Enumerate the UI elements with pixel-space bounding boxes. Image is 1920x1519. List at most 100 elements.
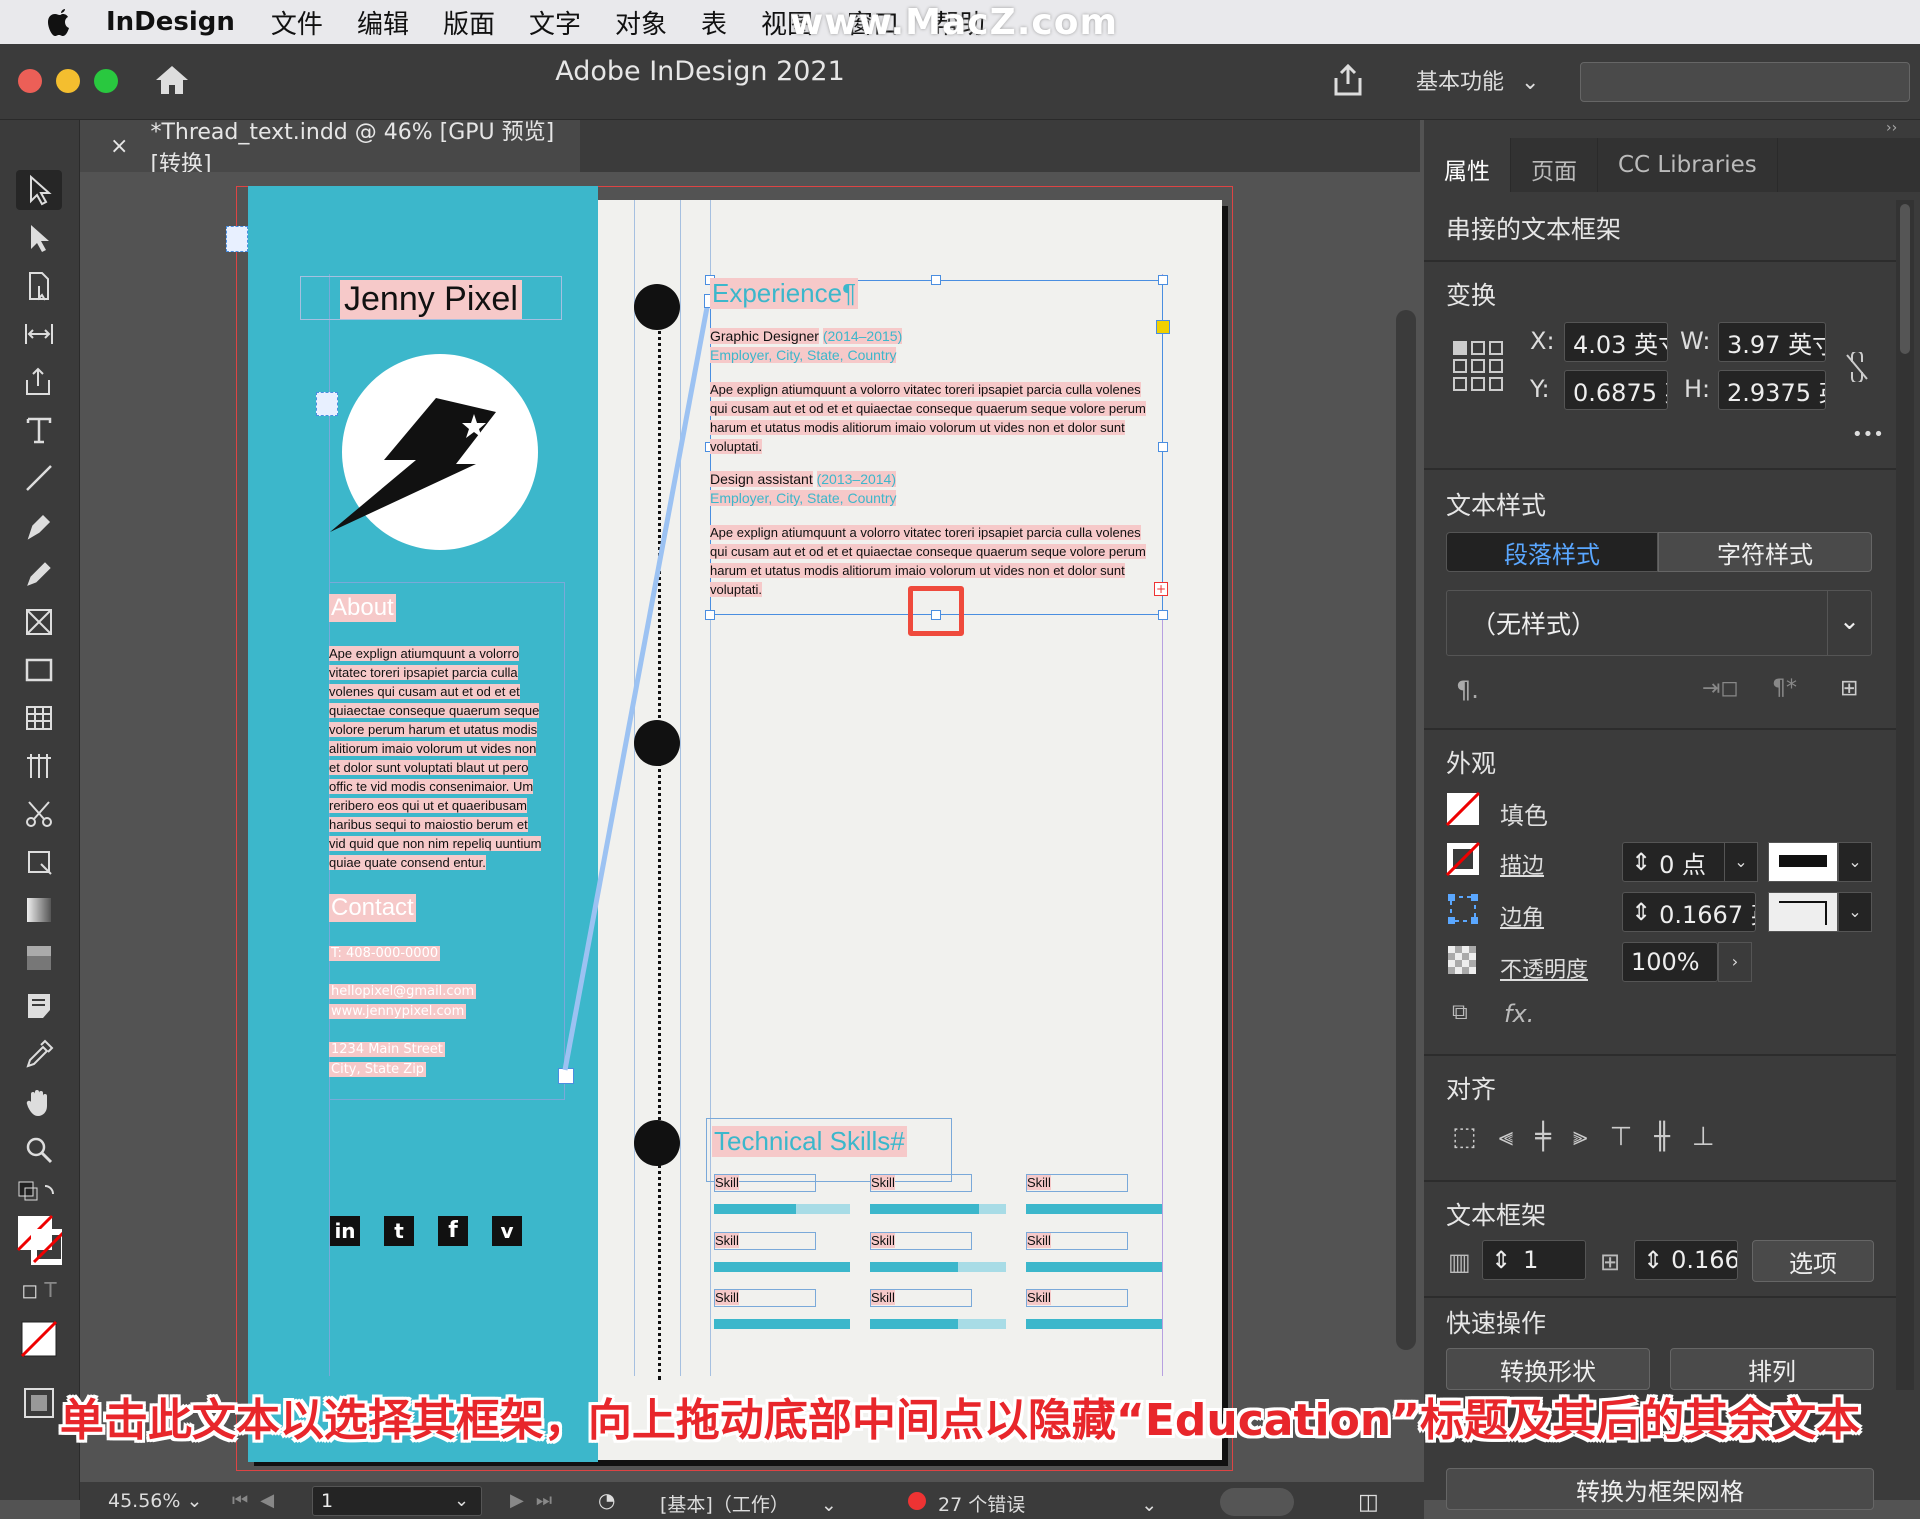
stepper-icon[interactable]: ⇕ <box>1631 848 1651 876</box>
resize-handle-top-right[interactable] <box>1158 275 1168 285</box>
panel-scrollbar[interactable] <box>1896 200 1914 1390</box>
pen-tool-icon[interactable] <box>16 506 62 546</box>
split-window-icon[interactable]: ◫ <box>1358 1490 1379 1515</box>
menu-layout[interactable]: 版面 <box>443 4 495 41</box>
x-field[interactable]: 4.03 英寸 <box>1564 322 1668 362</box>
line-tool-icon[interactable] <box>16 458 62 498</box>
constrain-proportions-icon[interactable] <box>1844 350 1870 386</box>
stepper-icon[interactable]: ⇕ <box>1631 898 1651 926</box>
content-collector-icon[interactable] <box>16 362 62 402</box>
first-prev-page-buttons[interactable]: ⏮◀ <box>232 1490 286 1511</box>
effects-icon[interactable]: fx. <box>1504 1000 1534 1028</box>
corner-size-field[interactable]: ⇕ 0.1667 英寸 <box>1622 892 1756 932</box>
close-window-button[interactable] <box>18 69 42 93</box>
align-top-icon[interactable]: ⊤ <box>1610 1122 1655 1152</box>
more-options-icon[interactable]: ••• <box>1852 424 1884 445</box>
align-middle-icon[interactable]: ╫ <box>1654 1122 1692 1152</box>
pencil-tool-icon[interactable] <box>16 554 62 594</box>
workspace-switcher[interactable]: 基本功能 ⌄ <box>1416 64 1539 96</box>
align-right-icon[interactable]: ⫸ <box>1573 1122 1610 1152</box>
align-bottom-icon[interactable]: ⊥ <box>1692 1122 1737 1152</box>
h-field[interactable]: 2.9375 英寸 <box>1718 370 1826 410</box>
menu-type[interactable]: 文字 <box>529 4 581 41</box>
direct-selection-tool-icon[interactable] <box>16 218 62 258</box>
hand-tool-icon[interactable] <box>16 1082 62 1122</box>
opacity-label[interactable]: 不透明度 <box>1500 952 1588 984</box>
tab-pages[interactable]: 页面 <box>1511 138 1598 192</box>
menu-object[interactable]: 对象 <box>615 4 667 41</box>
home-icon[interactable] <box>152 62 192 102</box>
corner-label[interactable]: 边角 <box>1500 900 1544 932</box>
fill-swatch-icon[interactable] <box>1445 791 1481 830</box>
gap-tool-icon[interactable] <box>16 314 62 354</box>
eyedropper-tool-icon[interactable] <box>16 1034 62 1074</box>
grid-tool-icon[interactable] <box>16 746 62 786</box>
corner-options-handle[interactable] <box>1156 320 1170 334</box>
close-tab-icon[interactable]: × <box>110 134 128 159</box>
align-to-selection-icon[interactable]: ⬚ <box>1452 1122 1499 1152</box>
horizontal-scroll-thumb[interactable] <box>1220 1488 1294 1516</box>
tab-document[interactable]: × *Thread_text.indd @ 46% [GPU 预览] [转换] <box>80 120 580 177</box>
resize-handle-bottom-middle[interactable] <box>931 610 941 620</box>
rectangle-frame-tool-icon[interactable] <box>16 602 62 642</box>
clear-overrides-icon[interactable]: ¶* <box>1772 676 1797 701</box>
resize-handle-bottom-right[interactable] <box>1158 610 1168 620</box>
drop-shadow-icon[interactable]: ⧉ <box>1452 1000 1468 1025</box>
preflight-errors[interactable]: 27 个错误 ⌄ <box>938 1490 1157 1517</box>
scissors-tool-icon[interactable] <box>16 794 62 834</box>
zoom-level[interactable]: 45.56% ⌄ <box>108 1490 202 1512</box>
rectangle-tool-icon[interactable] <box>16 650 62 690</box>
resize-handle-bottom-left[interactable] <box>705 610 715 620</box>
preflight-profile[interactable]: [基本]（工作） ⌄ <box>660 1490 837 1517</box>
gutter-field[interactable]: ⇕ 0.1667 <box>1634 1240 1738 1280</box>
type-tool-icon[interactable] <box>16 410 62 450</box>
paragraph-style-tab[interactable]: 段落样式 <box>1446 532 1658 572</box>
preflight-profile-icon[interactable]: ◔ <box>598 1488 615 1512</box>
convert-frame-grid-button[interactable]: 转换为框架网格 <box>1446 1468 1874 1510</box>
align-left-icon[interactable]: ⫷ <box>1499 1122 1536 1152</box>
formatting-affects-container-icon[interactable]: ◻ T <box>16 1274 62 1306</box>
table-tool-icon[interactable] <box>16 698 62 738</box>
free-transform-tool-icon[interactable] <box>16 842 62 882</box>
search-input[interactable] <box>1580 62 1910 102</box>
minimize-window-button[interactable] <box>56 69 80 93</box>
y-field[interactable]: 0.6875 英寸 <box>1564 370 1668 410</box>
chevron-down-icon[interactable]: ⌄ <box>1838 892 1872 932</box>
stepper-icon[interactable]: ⇕ <box>1643 1246 1663 1274</box>
new-style-icon[interactable]: ⊞ <box>1840 676 1858 701</box>
paragraph-mark-icon[interactable]: ¶. <box>1456 676 1479 704</box>
app-menu[interactable]: InDesign <box>106 7 235 37</box>
corner-icon[interactable] <box>1448 894 1478 928</box>
name-text[interactable]: Jenny Pixel <box>340 280 522 319</box>
w-field[interactable]: 3.97 英寸 <box>1718 322 1826 362</box>
tab-properties[interactable]: 属性 <box>1424 138 1511 192</box>
options-button[interactable]: 选项 <box>1752 1240 1874 1282</box>
page-tool-icon[interactable] <box>16 266 62 306</box>
fill-stroke-proxy[interactable] <box>16 1214 62 1270</box>
gradient-feather-tool-icon[interactable] <box>16 938 62 978</box>
columns-field[interactable]: ⇕ 1 <box>1482 1240 1586 1280</box>
menu-edit[interactable]: 编辑 <box>357 4 409 41</box>
reference-point-icon[interactable] <box>1452 340 1504 396</box>
chevron-down-icon[interactable]: ⌄ <box>454 1490 469 1511</box>
stroke-label[interactable]: 描边 <box>1500 848 1544 880</box>
gradient-swatch-tool-icon[interactable] <box>16 890 62 930</box>
stepper-icon[interactable]: ⇕ <box>1491 1246 1511 1274</box>
zoom-window-button[interactable] <box>94 69 118 93</box>
align-center-icon[interactable]: ╪ <box>1535 1122 1573 1152</box>
menu-table[interactable]: 表 <box>701 4 727 41</box>
collapse-panel-icon[interactable]: ›› <box>1886 120 1897 136</box>
chevron-down-icon[interactable]: ⌄ <box>1838 842 1872 882</box>
menu-file[interactable]: 文件 <box>271 4 323 41</box>
chevron-right-icon[interactable]: › <box>1718 942 1752 982</box>
opacity-field[interactable]: 100% <box>1622 942 1718 982</box>
character-style-tab[interactable]: 字符样式 <box>1658 532 1872 572</box>
load-styles-icon[interactable]: ⇥◻ <box>1702 676 1739 701</box>
style-dropdown[interactable]: （无样式） ⌄ <box>1446 590 1872 656</box>
swap-fill-stroke-icon[interactable] <box>16 1176 62 1210</box>
selection-tool-icon[interactable] <box>16 170 62 210</box>
resize-handle-top-middle[interactable] <box>931 275 941 285</box>
note-tool-icon[interactable] <box>16 986 62 1026</box>
zoom-tool-icon[interactable] <box>16 1130 62 1170</box>
panel-scroll-thumb[interactable] <box>1900 204 1910 354</box>
